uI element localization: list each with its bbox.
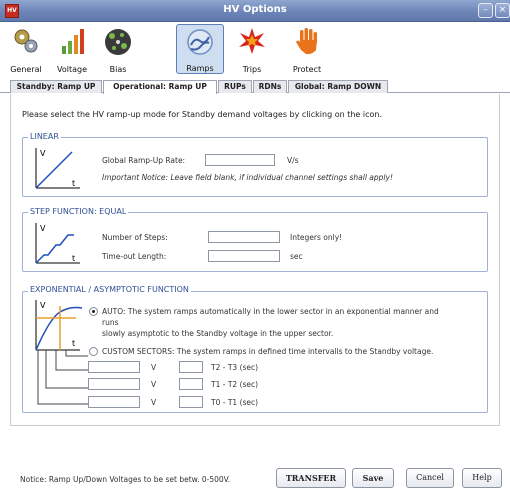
bars-icon xyxy=(62,29,84,54)
custom-sectors-radio[interactable] xyxy=(89,347,98,356)
title-bar: HV HV Options – × xyxy=(0,0,510,22)
exponential-graph-icon[interactable]: V t xyxy=(30,298,90,410)
auto-radio[interactable] xyxy=(89,307,98,316)
window-title: HV Options xyxy=(223,4,287,15)
toolbar: General Voltage Bias Ramps Trips Protect xyxy=(0,22,510,78)
toolbar-trips-button[interactable]: Trips xyxy=(232,24,272,74)
ramp-rate-input[interactable] xyxy=(205,154,275,166)
step-legend: STEP FUNCTION: EQUAL xyxy=(28,207,129,216)
ramp-rate-unit: V/s xyxy=(287,156,299,165)
graph-t-label: t xyxy=(72,254,75,263)
tab-rups[interactable]: RUPs xyxy=(218,80,252,93)
hand-icon xyxy=(296,28,317,55)
linear-graph-icon[interactable]: V t xyxy=(30,146,84,194)
toolbar-ramps-button[interactable]: Ramps xyxy=(176,24,224,74)
graph-t-label: t xyxy=(72,339,75,348)
steps-hint: Integers only! xyxy=(290,233,343,242)
minimize-button[interactable]: – xyxy=(478,3,493,18)
transfer-button[interactable]: TRANSFER xyxy=(276,468,346,488)
graph-v-label: V xyxy=(40,224,46,233)
auto-text-line1: AUTO: The system ramps automatically in … xyxy=(102,307,439,316)
intro-text: Please select the HV ramp-up mode for St… xyxy=(22,110,382,119)
custom-sectors-text: CUSTOM SECTORS: The system ramps in defi… xyxy=(102,347,434,356)
linear-legend: LINEAR xyxy=(28,132,61,141)
sector-voltage-unit: V xyxy=(151,363,157,372)
sector-voltage-input[interactable] xyxy=(88,378,140,390)
toolbar-label: Bias xyxy=(109,65,127,74)
toolbar-label: Trips xyxy=(242,65,262,74)
step-graph-icon[interactable]: V t xyxy=(30,221,84,269)
sector-label: T2 - T3 (sec) xyxy=(211,363,259,372)
toolbar-protect-button[interactable]: Protect xyxy=(284,24,330,74)
toolbar-label: Voltage xyxy=(56,65,87,74)
tab-strip: Standby: Ramp UP Operational: Ramp UP RU… xyxy=(0,79,510,94)
sector-time-input[interactable] xyxy=(179,361,203,373)
tab-operational-ramp-up[interactable]: Operational: Ramp UP xyxy=(103,80,217,94)
cancel-button[interactable]: Cancel xyxy=(406,468,454,488)
ramp-rate-label: Global Ramp-Up Rate: xyxy=(102,156,186,165)
tab-rdns[interactable]: RDNs xyxy=(253,80,287,93)
toolbar-general-button[interactable]: General xyxy=(4,24,48,74)
sector-label: T1 - T2 (sec) xyxy=(211,380,259,389)
timeout-input[interactable] xyxy=(208,250,280,262)
toolbar-bias-button[interactable]: Bias xyxy=(100,24,136,74)
toolbar-label: Protect xyxy=(292,65,322,74)
gears-icon xyxy=(14,29,38,53)
timeout-unit: sec xyxy=(290,252,303,261)
linear-group xyxy=(22,137,488,197)
sector-voltage-unit: V xyxy=(151,380,157,389)
tab-standby-ramp-up[interactable]: Standby: Ramp UP xyxy=(10,80,102,93)
sector-time-input[interactable] xyxy=(179,378,203,390)
close-button[interactable]: × xyxy=(495,3,510,18)
auto-text-line3: slowly asymptotic to the Standby voltage… xyxy=(102,329,334,338)
steps-input[interactable] xyxy=(208,231,280,243)
bias-icon xyxy=(105,29,131,55)
toolbar-label: General xyxy=(10,65,42,74)
save-button[interactable]: Save xyxy=(352,468,394,488)
help-button[interactable]: Help xyxy=(462,468,502,488)
sector-time-input[interactable] xyxy=(179,396,203,408)
graph-v-label: V xyxy=(40,301,46,310)
linear-notice: Important Notice: Leave field blank, if … xyxy=(102,173,393,182)
footer-notice: Notice: Ramp Up/Down Voltages to be set … xyxy=(20,475,231,484)
tab-global-ramp-down[interactable]: Global: Ramp DOWN xyxy=(288,80,388,93)
sector-voltage-input[interactable] xyxy=(88,361,140,373)
steps-label: Number of Steps: xyxy=(102,233,168,242)
burst-icon xyxy=(239,28,265,54)
toolbar-voltage-button[interactable]: Voltage xyxy=(52,24,92,74)
graph-v-label: V xyxy=(40,149,46,158)
sector-voltage-unit: V xyxy=(151,398,157,407)
sector-voltage-input[interactable] xyxy=(88,396,140,408)
graph-t-label: t xyxy=(72,179,75,188)
sector-label: T0 - T1 (sec) xyxy=(211,398,259,407)
ramps-icon xyxy=(187,29,213,55)
toolbar-label: Ramps xyxy=(186,64,214,73)
timeout-label: Time-out Length: xyxy=(102,252,167,261)
exponential-legend: EXPONENTIAL / ASYMPTOTIC FUNCTION xyxy=(28,285,191,294)
auto-text-line2: runs xyxy=(102,318,119,327)
